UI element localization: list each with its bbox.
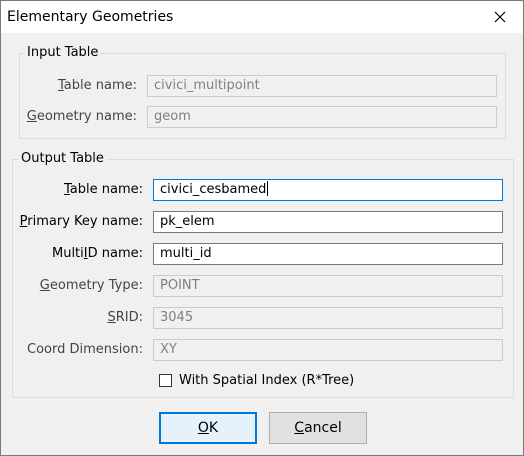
geometry-type-label: Geometry Type: (39, 278, 143, 293)
spatial-index-label: With Spatial Index (R*Tree) (179, 373, 355, 388)
primary-key-name-input[interactable]: pk_elem (153, 211, 503, 233)
title-bar[interactable]: Elementary Geometries (1, 1, 523, 33)
multiid-name-label: MultiID name: (51, 246, 143, 261)
output-table-name-input[interactable]: civici_cesbamed (153, 179, 503, 201)
input-table-name-field: civici_multipoint (147, 75, 497, 97)
coord-dimension-label: Coord Dimension: (27, 342, 143, 357)
cancel-button[interactable]: Cancel (269, 412, 367, 444)
ok-button[interactable]: OK (159, 412, 257, 444)
output-table-name-label: Table name: (63, 182, 143, 197)
window-title: Elementary Geometries (7, 9, 174, 25)
coord-dimension-field: XY (153, 339, 503, 361)
input-table-name-label: Table name: (57, 78, 137, 93)
input-geometry-name-label: Geometry name: (26, 109, 137, 124)
multiid-name-input[interactable]: multi_id (153, 243, 503, 265)
text-caret (267, 181, 269, 196)
input-table-legend: Input Table (25, 45, 101, 60)
spatial-index-checkbox[interactable] (159, 374, 172, 387)
srid-field: 3045 (153, 307, 503, 329)
geometry-type-field: POINT (153, 275, 503, 297)
output-table-legend: Output Table (19, 151, 106, 166)
elementary-geometries-dialog: Elementary Geometries Input Table Table … (0, 0, 524, 456)
close-button[interactable] (477, 1, 523, 33)
srid-label: SRID: (107, 310, 143, 325)
input-geometry-name-field: geom (147, 106, 497, 128)
close-icon (494, 11, 506, 23)
primary-key-name-label: Primary Key name: (19, 214, 143, 229)
